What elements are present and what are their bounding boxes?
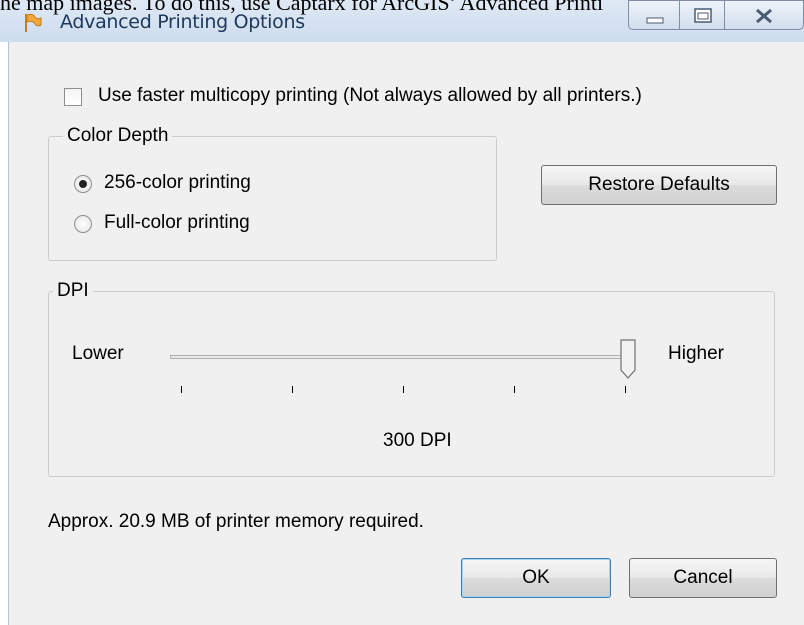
color-depth-legend: Color Depth [63, 125, 173, 147]
close-button[interactable] [724, 0, 804, 30]
dpi-higher-label: Higher [668, 343, 724, 364]
maximize-button[interactable] [679, 0, 725, 30]
dpi-legend: DPI [53, 280, 93, 302]
background-document-text: he map images. To do this, use Captarx f… [0, 0, 604, 15]
minimize-icon [646, 17, 664, 24]
dpi-value-text: 300 DPI [383, 430, 452, 451]
dpi-lower-label: Lower [72, 343, 124, 364]
dpi-slider-tick [181, 386, 182, 393]
ok-button[interactable]: OK [461, 558, 611, 598]
maximize-icon [694, 8, 712, 23]
dpi-slider-tick [403, 386, 404, 393]
caption-buttons [622, 0, 804, 32]
dpi-slider-tick [292, 386, 293, 393]
radio-selected-dot [79, 180, 87, 188]
radio-full-color[interactable] [74, 215, 92, 233]
cancel-button[interactable]: Cancel [629, 558, 777, 598]
radio-256-color[interactable] [74, 175, 92, 193]
dpi-slider-track[interactable] [170, 355, 630, 359]
color-depth-group: Color Depth [48, 125, 497, 261]
multicopy-label: Use faster multicopy printing (Not alway… [98, 85, 642, 106]
memory-requirement-text: Approx. 20.9 MB of printer memory requir… [48, 511, 424, 532]
radio-256-color-label: 256-color printing [104, 172, 251, 193]
dpi-slider-thumb[interactable] [620, 339, 636, 379]
restore-defaults-button[interactable]: Restore Defaults [541, 165, 777, 205]
dpi-slider-tick [514, 386, 515, 393]
dpi-slider-tick [625, 386, 626, 393]
multicopy-checkbox[interactable] [64, 88, 82, 106]
radio-full-color-label: Full-color printing [104, 212, 250, 233]
close-icon [756, 8, 772, 24]
minimize-button[interactable] [628, 0, 680, 30]
